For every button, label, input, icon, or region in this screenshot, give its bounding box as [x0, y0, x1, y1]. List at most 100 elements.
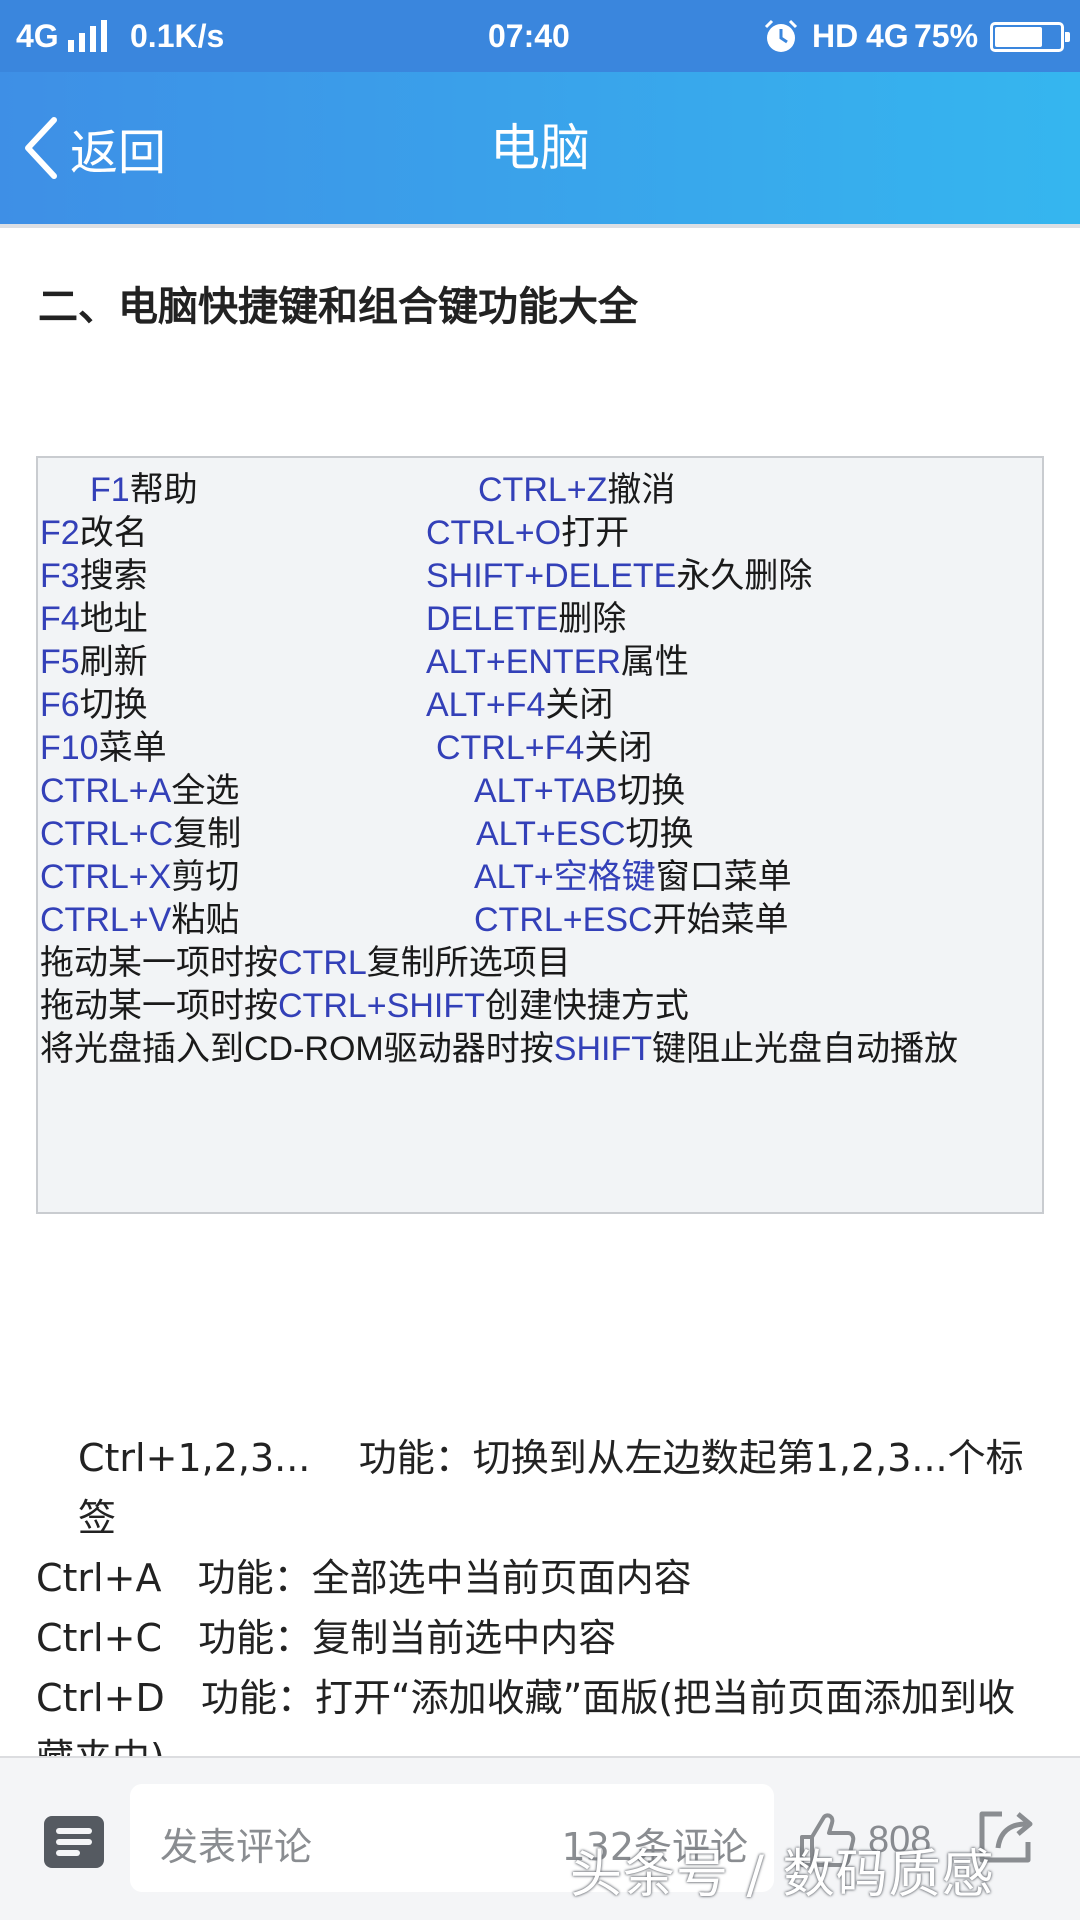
shortcut-entry: ALT+ENTER属性: [426, 640, 689, 684]
shortcut-key: F2: [40, 514, 80, 552]
shortcut-description: 粘贴: [171, 901, 240, 939]
shortcut-entry: F6切换: [40, 683, 148, 727]
shortcut-entry: CTRL+V粘贴: [40, 898, 239, 942]
shortcut-entry-long: 拖动某一项时按CTRL复制所选项目: [40, 941, 571, 985]
article-content[interactable]: 二、电脑快捷键和组合键功能大全 F1帮助 CTRL+Z撤消 F2改名 CTRL+O打开…: [0, 228, 1080, 1756]
thumbs-up-icon: [800, 1813, 856, 1867]
shortcut-entry: F2改名: [40, 511, 148, 555]
shortcut-description: 刷新: [79, 643, 148, 681]
shortcut-key: CTRL+ESC: [474, 901, 653, 939]
shortcut-entry: ALT+F4关闭: [426, 683, 613, 727]
shortcut-description: 切换: [617, 772, 686, 810]
shortcut-table-image[interactable]: F1帮助 CTRL+Z撤消 F2改名 CTRL+O打开 F3搜索 SHIFT+DELETE…: [36, 456, 1044, 1214]
shortcut-entry: CTRL+C复制: [40, 812, 241, 856]
shortcut-description: 撤消: [607, 471, 676, 509]
shortcut-key: ALT+ESC: [476, 815, 626, 853]
shortcut-key: F5: [40, 643, 80, 681]
shortcut-description: 复制所选项目: [366, 944, 571, 982]
comment-input[interactable]: 发表评论 132条评论: [130, 1784, 774, 1892]
shortcut-description: 将光盘插入到CD-ROM驱动器时按: [40, 1030, 554, 1068]
shortcut-description: 菜单: [98, 729, 167, 767]
shortcut-description: 键阻止光盘自动播放: [651, 1030, 958, 1068]
shortcut-key: CTRL+C: [40, 815, 174, 853]
shortcut-description: 全选: [171, 772, 240, 810]
shortcut-description: 打开: [561, 514, 630, 552]
shortcut-description: 拖动某一项时按: [40, 944, 278, 982]
shortcut-description: 剪切: [171, 858, 240, 896]
status-bar: 4G 0.1K/s 07:40 HD 4G 75%: [0, 0, 1080, 72]
shortcut-entry: F5刷新: [40, 640, 148, 684]
shortcut-key: F10: [40, 729, 99, 767]
shortcut-key: SHIFT+DELETE: [426, 557, 677, 595]
shortcut-entry: CTRL+O打开: [426, 511, 629, 555]
shortcut-description: 复制: [173, 815, 242, 853]
shortcut-description: 开始菜单: [652, 901, 789, 939]
shortcut-description: 窗口菜单: [655, 858, 792, 896]
shortcut-entry: F10菜单: [40, 726, 167, 770]
article-paragraph: Ctrl+D 功能：打开“添加收藏”面版(把当前页面添加到收藏夹中): [36, 1676, 1016, 1756]
article-paragraph: Ctrl+1,2,3... 功能：切换到从左边数起第1,2,3...个标签: [78, 1436, 1024, 1540]
shortcut-entry: ALT+TAB切换: [474, 769, 685, 813]
shortcut-entry: ALT+ESC切换: [476, 812, 694, 856]
article-paragraph: Ctrl+C 功能：复制当前选中内容: [36, 1616, 617, 1660]
shortcut-key: SHIFT: [553, 1030, 652, 1068]
shortcut-description: 关闭: [584, 729, 653, 767]
shortcut-description: 关闭: [545, 686, 614, 724]
battery-level: [995, 27, 1042, 47]
shortcut-entry: ALT+空格键窗口菜单: [474, 855, 792, 899]
shortcut-description: 拖动某一项时按: [40, 987, 278, 1025]
article-paragraph: Ctrl+A 功能：全部选中当前页面内容: [36, 1556, 692, 1600]
shortcut-key: CTRL+SHIFT: [278, 987, 485, 1025]
shortcut-description: 创建快捷方式: [484, 987, 689, 1025]
shortcut-description: 帮助: [129, 471, 198, 509]
network-speed: 0.1K/s: [130, 18, 225, 54]
shortcut-entry: F4地址: [40, 597, 148, 641]
shortcut-key: CTRL: [278, 944, 367, 982]
shortcut-key: ALT+TAB: [474, 772, 618, 810]
shortcut-key: F6: [40, 686, 80, 724]
like-count: 808: [868, 1818, 932, 1861]
nav-header: 返回 电脑: [0, 72, 1080, 224]
shortcut-key: CTRL+V: [40, 901, 172, 939]
shortcut-key: CTRL+X: [40, 858, 172, 896]
shortcut-entry: CTRL+F4关闭: [436, 726, 652, 770]
shortcut-description: 搜索: [79, 557, 148, 595]
comment-list-icon[interactable]: [44, 1816, 104, 1868]
share-icon[interactable]: [972, 1802, 1042, 1872]
article-body: Ctrl+1,2,3... 功能：切换到从左边数起第1,2,3...个标签 Ctr…: [36, 1428, 1046, 1756]
shortcut-description: 地址: [79, 600, 148, 638]
shortcut-description: 改名: [79, 514, 148, 552]
signal-icon: [68, 20, 107, 52]
shortcut-description: 永久删除: [676, 557, 813, 595]
comment-count[interactable]: 132条评论: [561, 1816, 748, 1871]
hd-indicator: HD: [812, 18, 859, 54]
shortcut-entry: F1帮助: [90, 468, 198, 512]
alarm-icon: [764, 19, 798, 52]
shortcut-key: ALT+ENTER: [426, 643, 621, 681]
shortcut-key: CTRL+O: [426, 514, 562, 552]
shortcut-entry: DELETE删除: [426, 597, 626, 641]
shortcut-key: CTRL+A: [40, 772, 172, 810]
shortcut-description: 切换: [79, 686, 148, 724]
shortcut-description: 属性: [620, 643, 689, 681]
battery-percent: 75%: [914, 18, 979, 54]
page-title: 电脑: [490, 119, 590, 177]
clock: 07:40: [488, 18, 570, 54]
shortcut-entry: CTRL+ESC开始菜单: [474, 898, 789, 942]
shortcut-entry: SHIFT+DELETE永久删除: [426, 554, 812, 598]
shortcut-key: F1: [90, 471, 130, 509]
shortcut-description: 切换: [625, 815, 694, 853]
like-button[interactable]: 808: [796, 1798, 931, 1882]
network-type: 4G: [16, 18, 59, 54]
battery-icon: [990, 22, 1070, 52]
comment-placeholder: 发表评论: [160, 1825, 313, 1869]
bottom-action-bar: 发表评论 132条评论 808 头条号 / 数码质感: [0, 1756, 1080, 1920]
shortcut-key: F4: [40, 600, 80, 638]
shortcut-description: 删除: [558, 600, 627, 638]
shortcut-key: ALT+空格键: [474, 858, 656, 896]
shortcut-entry: CTRL+A全选: [40, 769, 239, 813]
shortcut-entry: CTRL+Z撤消: [478, 468, 675, 512]
shortcut-key: DELETE: [426, 600, 559, 638]
shortcut-key: CTRL+Z: [478, 471, 608, 509]
section-heading: 二、电脑快捷键和组合键功能大全: [38, 284, 638, 330]
